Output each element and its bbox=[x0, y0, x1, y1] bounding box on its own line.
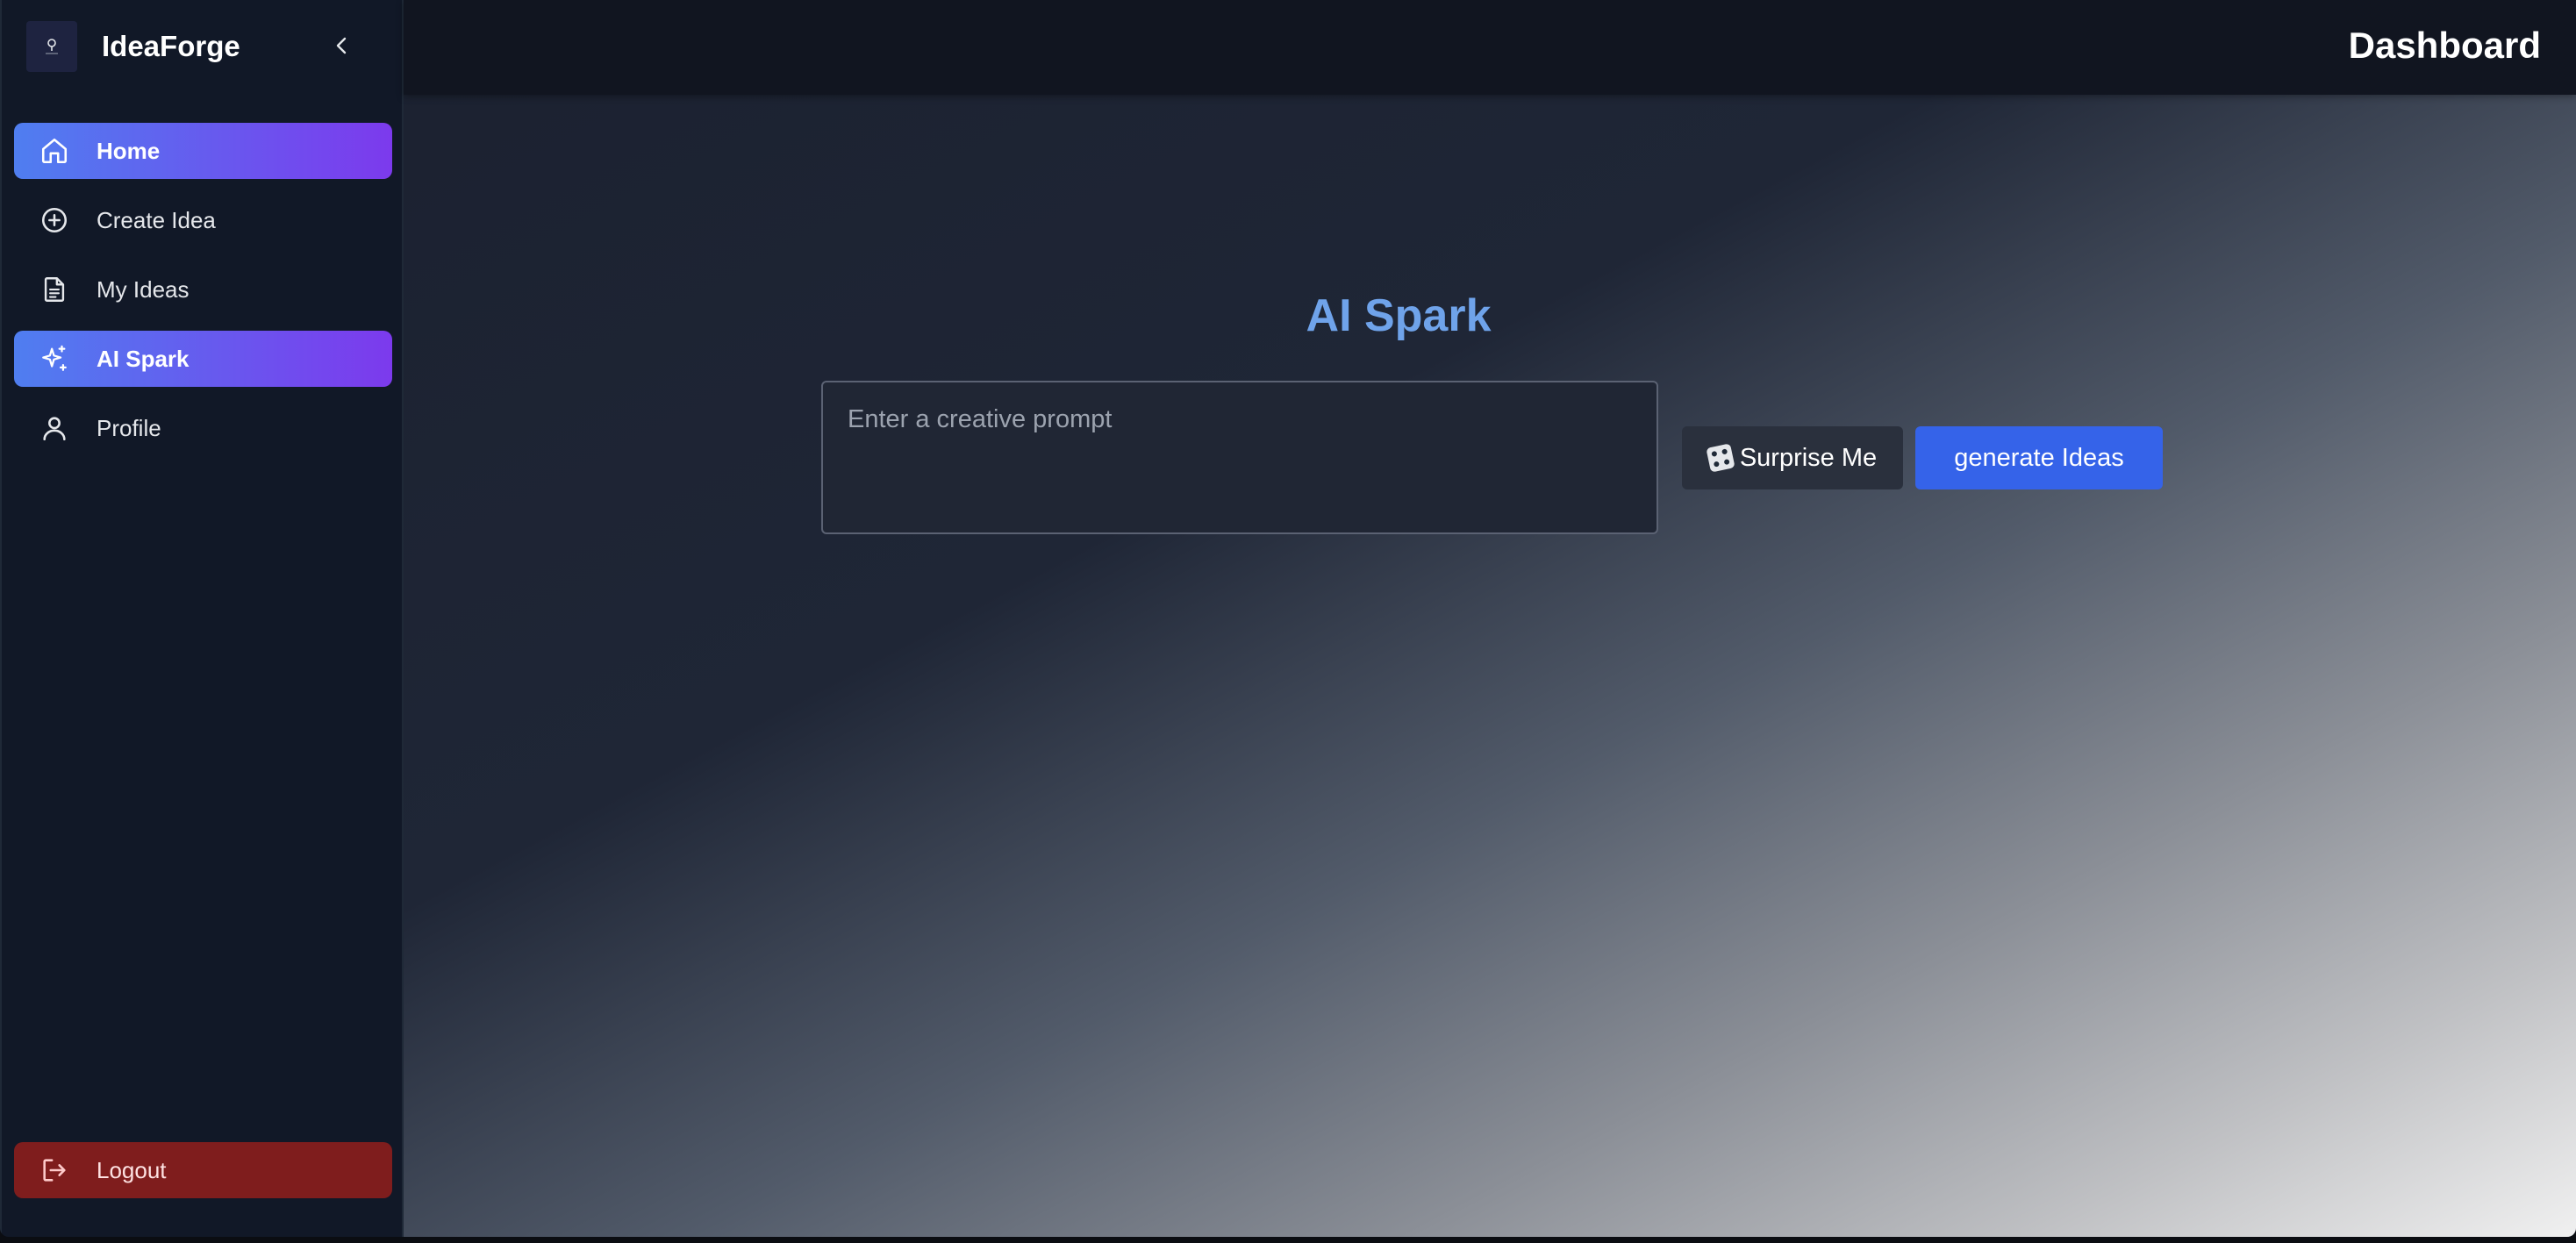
collapse-sidebar-button[interactable] bbox=[325, 28, 360, 63]
sidebar-item-profile[interactable]: Profile bbox=[14, 400, 392, 456]
sidebar-item-label: AI Spark bbox=[97, 345, 190, 372]
main-content: Dashboard AI Spark Surprise Me generate … bbox=[404, 0, 2576, 1237]
sidebar-item-ai-spark[interactable]: AI Spark bbox=[14, 331, 392, 387]
sidebar-nav: Home Create Idea My Ideas AI Spark Profi… bbox=[14, 123, 392, 469]
logout-button[interactable]: Logout bbox=[14, 1142, 392, 1198]
surprise-me-button[interactable]: Surprise Me bbox=[1682, 426, 1903, 489]
sidebar-item-label: Create Idea bbox=[97, 206, 216, 233]
prompt-input[interactable] bbox=[821, 381, 1658, 534]
brand: IdeaForge bbox=[26, 21, 381, 72]
document-icon bbox=[39, 274, 70, 305]
sidebar-item-label: Profile bbox=[97, 414, 161, 441]
brand-name: IdeaForge bbox=[102, 30, 240, 62]
top-bar: Dashboard bbox=[404, 0, 2576, 95]
sidebar-item-my-ideas[interactable]: My Ideas bbox=[14, 261, 392, 318]
ai-spark-heading: AI Spark bbox=[1306, 290, 1492, 341]
sidebar: IdeaForge Home Create Idea My Ideas AI S… bbox=[0, 0, 404, 1237]
logo-icon bbox=[26, 21, 77, 72]
sidebar-item-label: My Ideas bbox=[97, 275, 190, 303]
generate-ideas-label: generate Ideas bbox=[1954, 443, 2124, 472]
sparkles-icon bbox=[39, 343, 70, 375]
chevron-left-icon bbox=[336, 37, 347, 54]
dice-icon bbox=[1706, 443, 1735, 473]
surprise-me-label: Surprise Me bbox=[1739, 443, 1878, 472]
sidebar-item-create-idea[interactable]: Create Idea bbox=[14, 192, 392, 248]
app-window: IdeaForge Home Create Idea My Ideas AI S… bbox=[0, 0, 2576, 1237]
logout-icon bbox=[39, 1154, 70, 1186]
logout-label: Logout bbox=[97, 1156, 167, 1183]
generate-ideas-button[interactable]: generate Ideas bbox=[1915, 426, 2163, 489]
sidebar-item-home[interactable]: Home bbox=[14, 123, 392, 179]
page-title: Dashboard bbox=[2348, 25, 2541, 66]
user-icon bbox=[39, 412, 70, 444]
plus-circle-icon bbox=[39, 204, 70, 236]
sidebar-item-label: Home bbox=[97, 137, 161, 164]
home-icon bbox=[39, 135, 70, 167]
